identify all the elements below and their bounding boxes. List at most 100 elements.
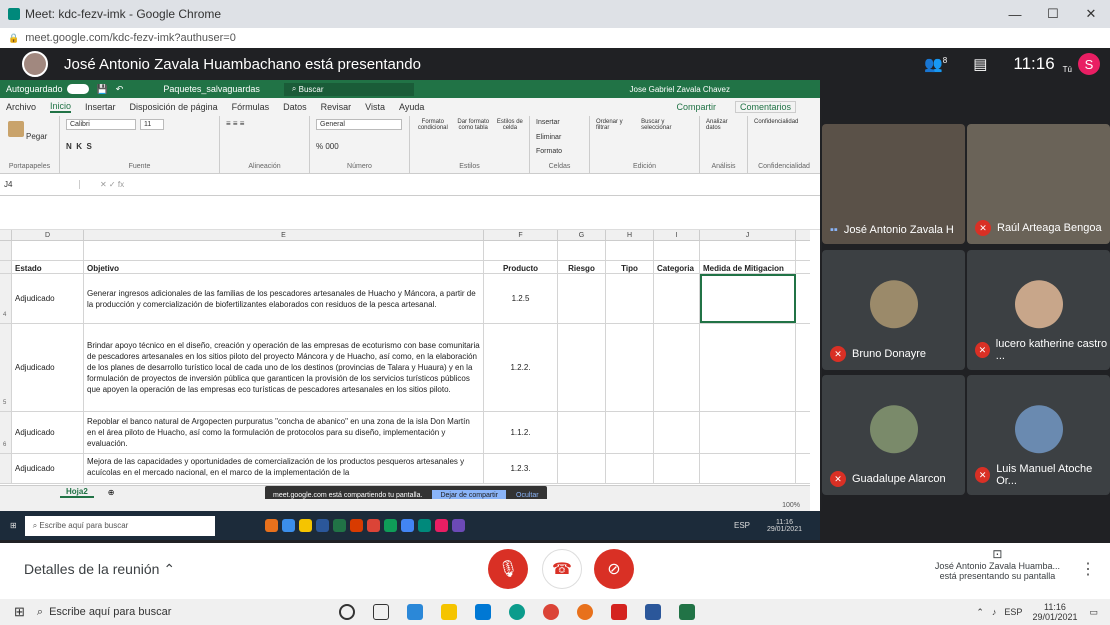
user-avatar[interactable]: S [1078, 53, 1100, 75]
col-header-f[interactable]: F [484, 230, 558, 240]
volume-icon[interactable]: ♪ [992, 607, 997, 617]
word-app-icon[interactable] [645, 604, 662, 620]
cell-estado[interactable]: Adjudicado [12, 274, 84, 323]
cell[interactable] [84, 241, 484, 260]
percent-icon[interactable]: % 000 [316, 142, 403, 151]
cell[interactable] [700, 324, 796, 411]
cell[interactable] [654, 454, 700, 483]
leave-call-button[interactable]: ☎ [542, 549, 582, 589]
undo-icon[interactable]: ↶ [116, 84, 124, 95]
cell[interactable] [12, 241, 84, 260]
meeting-details-button[interactable]: Detalles de la reunión ⌃ [24, 561, 175, 578]
cell-estado[interactable]: Adjudicado [12, 454, 84, 483]
mail-app-icon[interactable] [475, 604, 492, 620]
col-header-h[interactable]: H [606, 230, 654, 240]
excel-comments-button[interactable]: Comentarios [734, 101, 796, 113]
participant-tile[interactable]: ✕ Luis Manuel Atoche Or... [967, 375, 1110, 495]
cell-objetivo[interactable]: Generar ingresos adicionales de las fami… [84, 274, 484, 323]
menu-formulas[interactable]: Fórmulas [232, 102, 270, 112]
camera-toggle-button[interactable]: ⊘ [594, 549, 634, 589]
menu-disposicion[interactable]: Disposición de página [130, 102, 218, 112]
cell[interactable] [558, 241, 606, 260]
maximize-button[interactable]: ☐ [1034, 0, 1072, 28]
cell[interactable] [654, 324, 700, 411]
acrobat-app-icon[interactable] [611, 604, 628, 620]
header-estado[interactable]: Estado [12, 261, 84, 273]
taskbar-lang[interactable]: ESP [1004, 607, 1022, 617]
font-format-buttons[interactable]: N K S [66, 142, 213, 151]
tray-chevron-icon[interactable]: ⌃ [976, 607, 984, 618]
col-header-g[interactable]: G [558, 230, 606, 240]
excel-share-button[interactable]: Compartir [676, 102, 716, 112]
cell[interactable] [558, 274, 606, 323]
number-format-select[interactable]: General [316, 119, 402, 130]
cell[interactable] [606, 241, 654, 260]
menu-vista[interactable]: Vista [365, 102, 385, 112]
close-button[interactable]: ✕ [1072, 0, 1110, 28]
col-header-i[interactable]: I [654, 230, 700, 240]
chat-icon[interactable]: ▤ [973, 55, 987, 73]
participant-tile[interactable]: ✕ Guadalupe Alarcon [822, 375, 965, 495]
minimize-button[interactable]: — [996, 0, 1034, 28]
menu-ayuda[interactable]: Ayuda [399, 102, 424, 112]
menu-datos[interactable]: Datos [283, 102, 307, 112]
cell[interactable] [606, 324, 654, 411]
cell[interactable] [606, 454, 654, 483]
col-header-d[interactable]: D [12, 230, 84, 240]
cell-producto[interactable]: 1.2.2. [484, 324, 558, 411]
insert-cells-button[interactable]: Insertar [536, 119, 583, 126]
cell-estado[interactable]: Adjudicado [12, 412, 84, 453]
taskbar-search[interactable]: Escribe aquí para buscar [49, 606, 279, 618]
menu-revisar[interactable]: Revisar [321, 102, 352, 112]
files-app-icon[interactable] [441, 604, 458, 620]
menu-insertar[interactable]: Insertar [85, 102, 116, 112]
cell[interactable] [558, 324, 606, 411]
cell[interactable] [700, 454, 796, 483]
cell[interactable] [484, 241, 558, 260]
font-name-select[interactable]: Calibri [66, 119, 136, 130]
participant-tile[interactable]: ▪▪ José Antonio Zavala H [822, 124, 965, 244]
cell[interactable] [606, 274, 654, 323]
cell[interactable] [654, 274, 700, 323]
cell-producto[interactable]: 1.2.3. [484, 454, 558, 483]
cortana-icon[interactable] [339, 604, 356, 620]
notifications-icon[interactable]: ▭ [1089, 607, 1098, 618]
participant-tile[interactable]: ✕ Bruno Donayre [822, 250, 965, 370]
address-bar[interactable]: 🔒 meet.google.com/kdc-fezv-imk?authuser=… [0, 28, 1110, 48]
add-sheet-icon[interactable]: ⊕ [108, 488, 115, 497]
sheet-tab-hoja2[interactable]: Hoja2 [60, 487, 94, 498]
cell-objetivo[interactable]: Mejora de las capacidades y oportunidade… [84, 454, 484, 483]
confidentiality-button[interactable]: Confidencialidad [754, 119, 814, 125]
spreadsheet-grid[interactable]: D E F G H I J Estado Objetivo Producto R… [0, 230, 810, 484]
participant-tile[interactable]: ✕ lucero katherine castro ... [967, 250, 1110, 370]
header-categoria[interactable]: Categoria [654, 261, 700, 273]
paste-button[interactable]: Pegar [6, 119, 53, 141]
excel-app-icon[interactable] [679, 604, 696, 620]
name-box[interactable]: J4 [0, 180, 80, 189]
font-size-select[interactable]: 11 [140, 119, 164, 130]
cell[interactable] [558, 454, 606, 483]
header-medida[interactable]: Medida de Mitigacion [700, 261, 796, 273]
cell-producto[interactable]: 1.2.5 [484, 274, 558, 323]
windows-start-icon[interactable]: ⊞ [14, 604, 25, 620]
hide-notice-button[interactable]: Ocultar [516, 492, 539, 499]
zoom-level[interactable]: 100% [782, 502, 800, 509]
delete-cells-button[interactable]: Eliminar [536, 134, 583, 141]
analyze-data-button[interactable]: Analizar datos [706, 119, 741, 131]
format-table-button[interactable]: Dar formato como tabla [454, 119, 493, 131]
cell[interactable] [654, 412, 700, 453]
col-header-e[interactable]: E [84, 230, 484, 240]
chrome-app-icon[interactable] [543, 604, 560, 620]
cell-estado[interactable]: Adjudicado [12, 324, 84, 411]
cell-producto[interactable]: 1.1.2. [484, 412, 558, 453]
mic-toggle-button[interactable]: 🎙 [488, 549, 528, 589]
cell-styles-button[interactable]: Estilos de celda [497, 119, 523, 131]
header-producto[interactable]: Producto [484, 261, 558, 273]
calendar-app-icon[interactable] [407, 604, 424, 620]
cell-objetivo[interactable]: Brindar apoyo técnico en el diseño, crea… [84, 324, 484, 411]
cell-objetivo[interactable]: Repoblar el banco natural de Argopecten … [84, 412, 484, 453]
cell[interactable] [654, 241, 700, 260]
header-objetivo[interactable]: Objetivo [84, 261, 484, 273]
participant-tile[interactable]: ✕ Raúl Arteaga Bengoa [967, 124, 1110, 244]
cell[interactable] [558, 412, 606, 453]
